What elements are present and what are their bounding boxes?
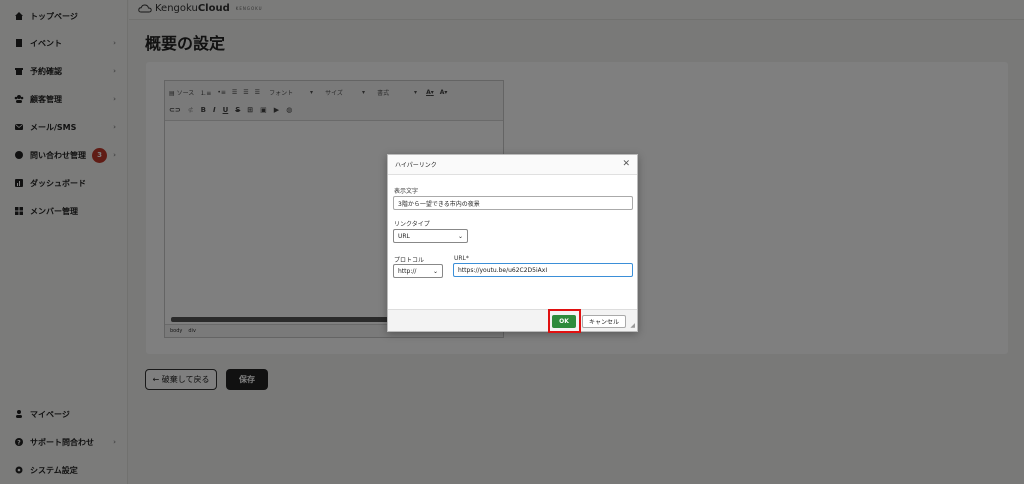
url-label: URL* xyxy=(454,255,469,262)
protocol-label: プロトコル xyxy=(394,257,425,264)
resize-handle-icon[interactable]: ◢ xyxy=(630,322,635,329)
display-text-input[interactable]: 3階から一望できる市内の夜景 xyxy=(393,196,633,210)
chevron-down-icon: ⌄ xyxy=(432,267,438,275)
display-text-label: 表示文字 xyxy=(394,188,419,195)
close-icon[interactable]: ✕ xyxy=(622,159,630,169)
link-type-label: リンクタイプ xyxy=(394,221,430,228)
dialog-title: ハイパーリンク xyxy=(395,162,437,169)
hyperlink-dialog: ハイパーリンク ✕ 表示文字 3階から一望できる市内の夜景 リンクタイプ URL… xyxy=(387,154,638,333)
protocol-select[interactable]: http:// ⌄ xyxy=(393,264,443,278)
dialog-footer: OK キャンセル ◢ xyxy=(388,309,637,333)
cancel-button[interactable]: キャンセル xyxy=(582,315,626,328)
link-type-select[interactable]: URL ⌄ xyxy=(393,229,468,243)
ok-button[interactable]: OK xyxy=(552,315,576,328)
dialog-header: ハイパーリンク ✕ xyxy=(388,155,637,175)
chevron-down-icon: ⌄ xyxy=(457,232,463,240)
link-type-value: URL xyxy=(398,232,410,240)
url-input[interactable]: https://youtu.be/u62C2D5iAxI xyxy=(453,263,633,277)
protocol-value: http:// xyxy=(398,267,417,275)
